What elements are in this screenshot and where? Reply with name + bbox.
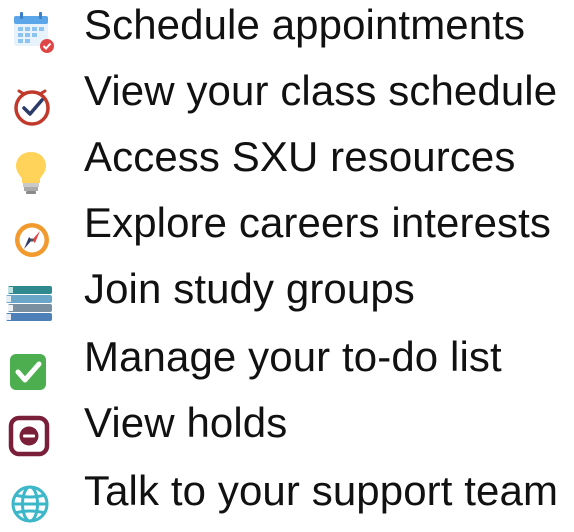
books-icon [4,270,62,328]
list-item-access-sxu-resources[interactable]: Access SXU resources [0,132,574,194]
list-item-label: Talk to your support team [84,467,559,514]
list-item-label: Access SXU resources [84,133,516,180]
list-item-join-study-groups[interactable]: Join study groups [0,264,574,326]
list-item-label: Join study groups [84,265,415,312]
list-item-view-class-schedule[interactable]: View your class schedule [0,66,574,128]
list-item-manage-todo[interactable]: Manage your to-do list [0,332,574,394]
list-item-label: View holds [84,399,288,446]
compass-icon [4,210,62,268]
list-item-explore-careers[interactable]: Explore careers interests [0,198,574,260]
lightbulb-icon [4,142,62,200]
feature-list: Schedule appointments View your class sc… [0,0,574,529]
list-item-talk-support-team[interactable]: Talk to your support team [0,466,574,528]
list-item-label: Schedule appointments [84,1,526,48]
calendar-icon [4,2,62,60]
list-item-view-holds[interactable]: View holds [0,398,574,460]
checkbox-icon [4,342,62,400]
clock-check-icon [4,78,62,136]
list-item-label: View your class schedule [84,67,558,114]
list-item-schedule-appointments[interactable]: Schedule appointments [0,0,574,62]
globe-icon [4,474,62,532]
minus-circle-box-icon [4,406,62,464]
list-item-label: Manage your to-do list [84,333,502,380]
list-item-label: Explore careers interests [84,199,552,246]
